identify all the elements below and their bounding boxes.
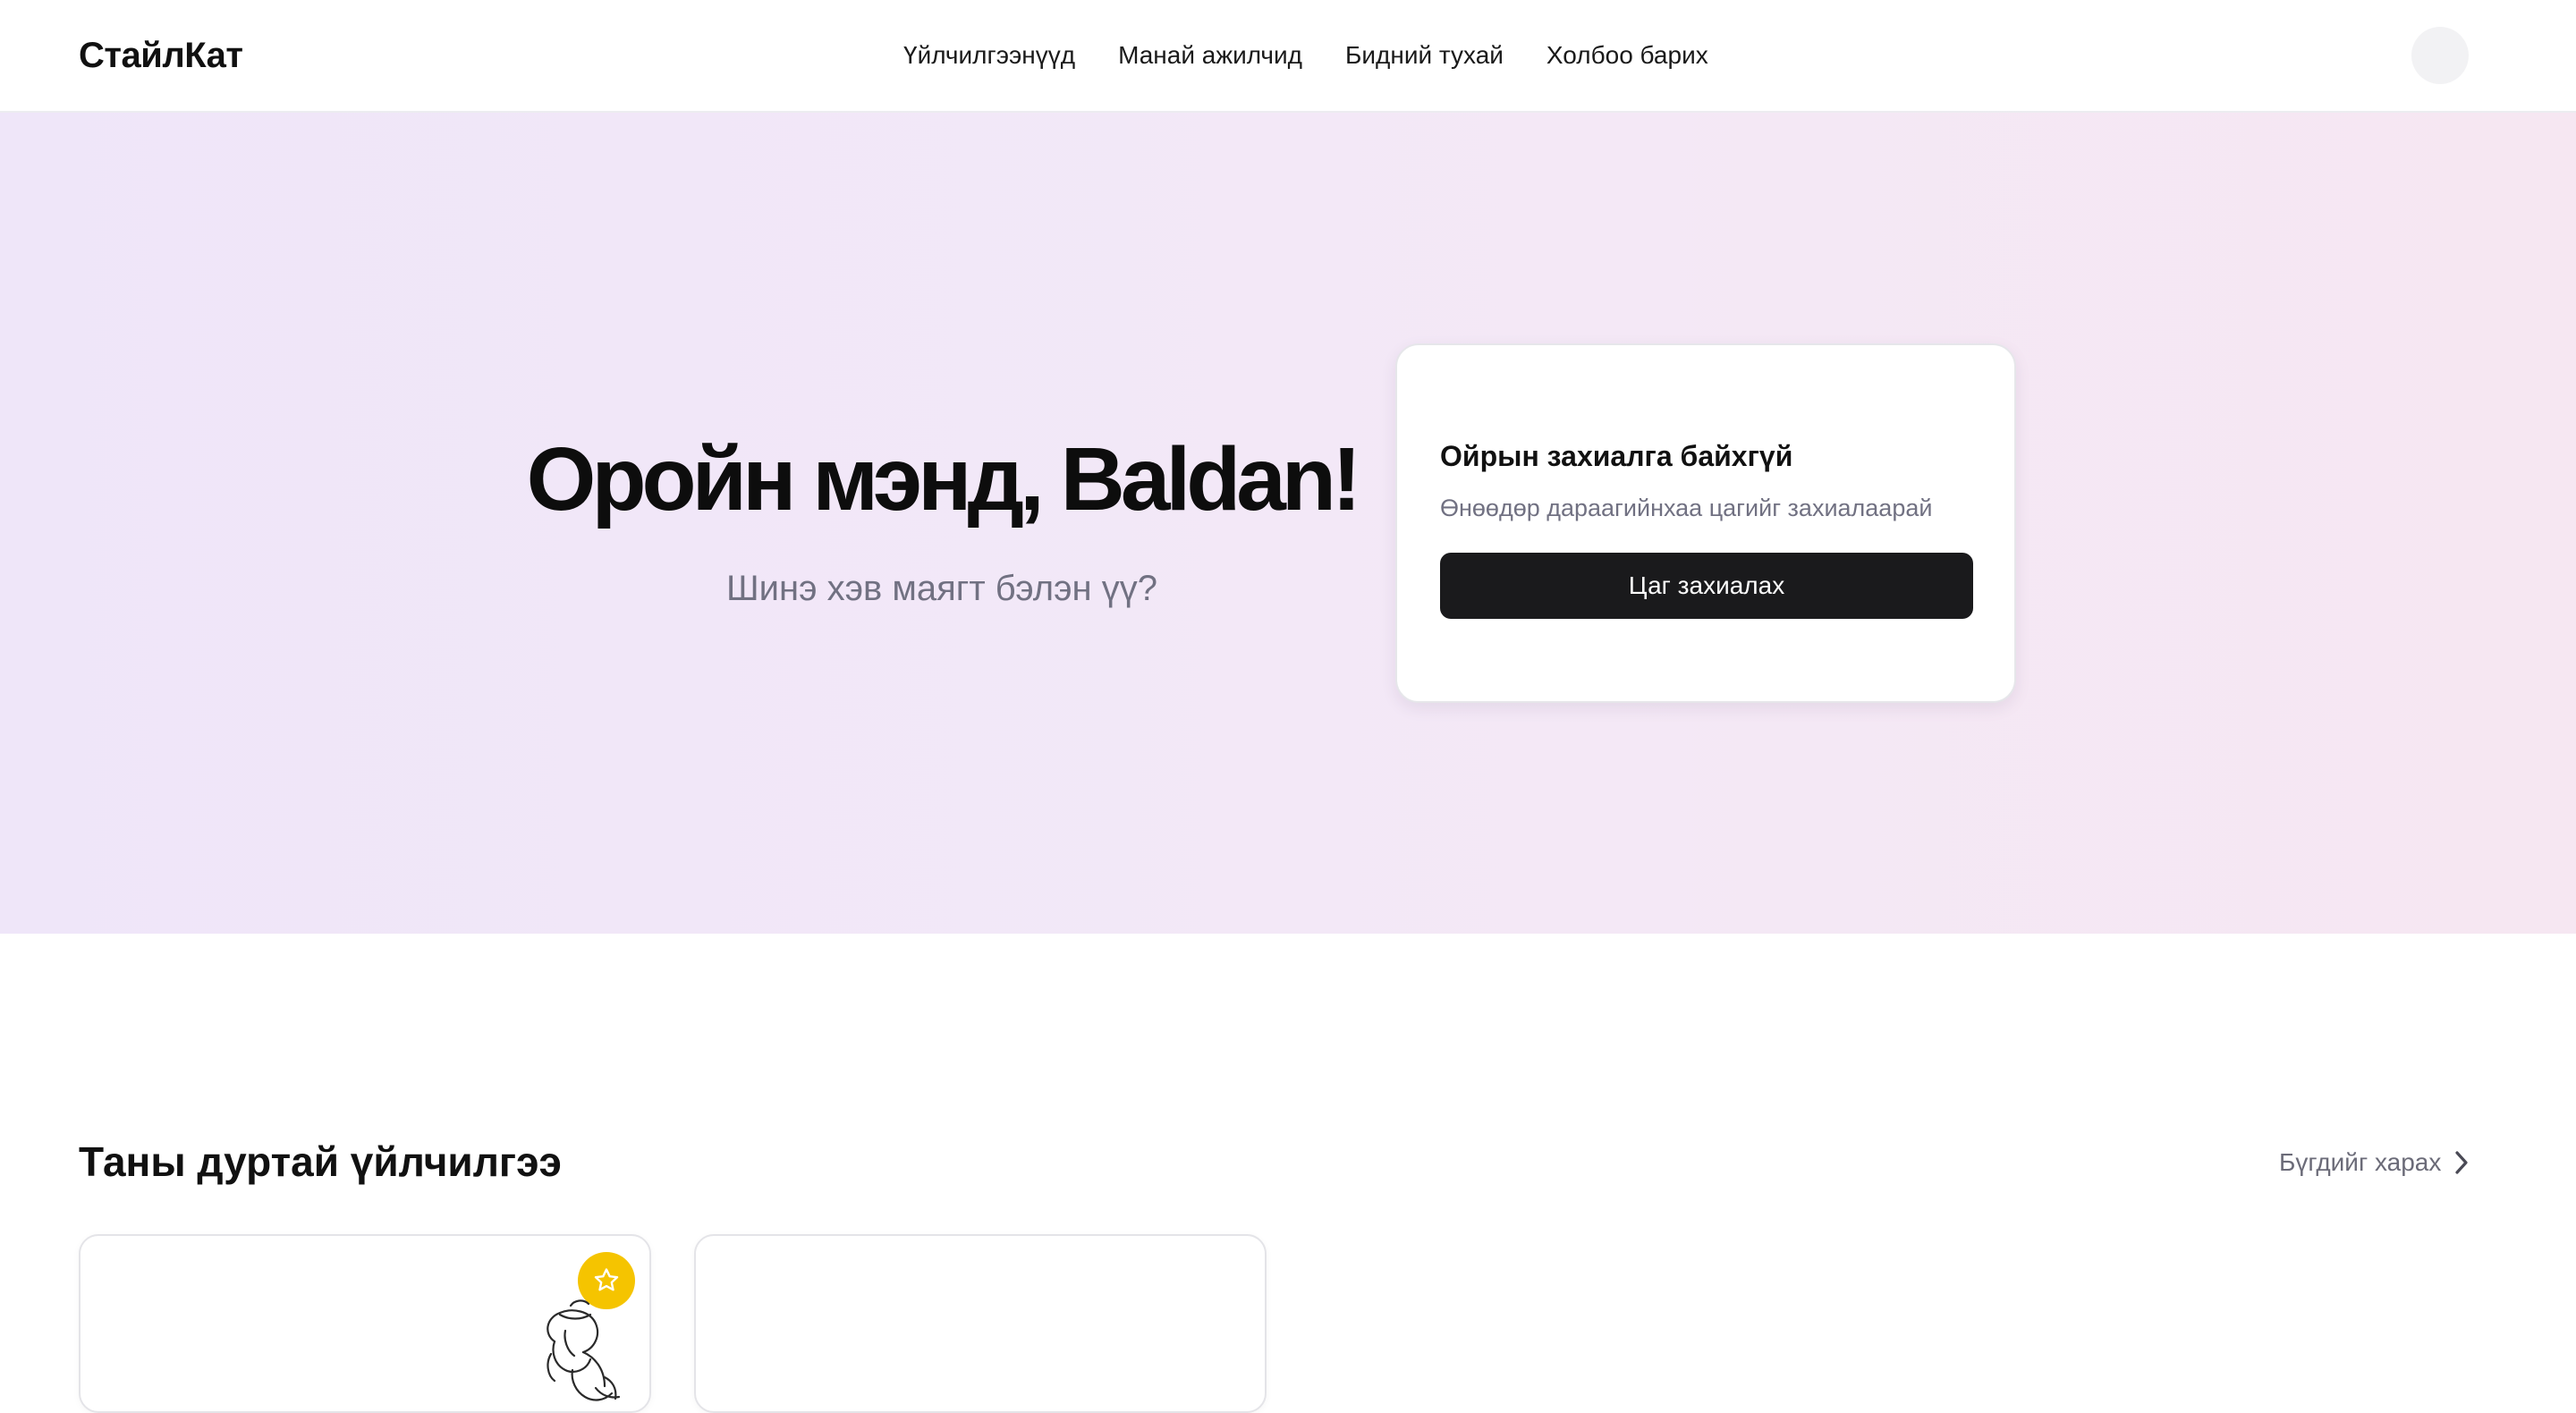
nav-item-staff[interactable]: Манай ажилчид bbox=[1118, 32, 1302, 79]
chevron-right-icon bbox=[2455, 1151, 2468, 1174]
booking-card-description: Өнөөдөр дараагийнхаа цагийг захиалаарай bbox=[1440, 495, 1933, 521]
greeting-heading: Оройн мэнд, Baldan! bbox=[526, 429, 1362, 529]
nav-item-about[interactable]: Бидний тухай bbox=[1345, 32, 1504, 79]
nav-item-contact[interactable]: Холбоо барих bbox=[1546, 32, 1708, 79]
favorites-section-title: Таны дуртай үйлчилгээ bbox=[79, 1138, 562, 1185]
nav-item-services[interactable]: Үйлчилгээнүүд bbox=[903, 32, 1075, 79]
user-avatar[interactable] bbox=[2411, 27, 2469, 84]
view-all-link[interactable]: Бүгдийг харах bbox=[2279, 1143, 2470, 1182]
book-appointment-button[interactable]: Цаг захиалах bbox=[1440, 553, 1973, 619]
favorite-service-card[interactable] bbox=[79, 1234, 651, 1413]
upcoming-booking-card: Ойрын захиалга байхгүй Өнөөдөр дараагийн… bbox=[1395, 343, 2016, 703]
hero-subtitle: Шинэ хэв маягт бэлэн үү? bbox=[725, 569, 1157, 608]
main-nav: Үйлчилгээнүүд Манай ажилчид Бидний тухай… bbox=[903, 32, 1708, 79]
view-all-label: Бүгдийг харах bbox=[2279, 1148, 2442, 1176]
stylist-line-art-icon bbox=[547, 1299, 621, 1401]
top-header: СтайлКат Үйлчилгээнүүд Манай ажилчид Бид… bbox=[0, 0, 2576, 113]
brand-logo[interactable]: СтайлКат bbox=[79, 32, 243, 79]
hero-section: Оройн мэнд, Baldan! Шинэ хэв маягт бэлэн… bbox=[0, 113, 2576, 934]
booking-card-title: Ойрын захиалга байхгүй bbox=[1440, 440, 1793, 472]
favorite-service-card[interactable] bbox=[694, 1234, 1267, 1413]
